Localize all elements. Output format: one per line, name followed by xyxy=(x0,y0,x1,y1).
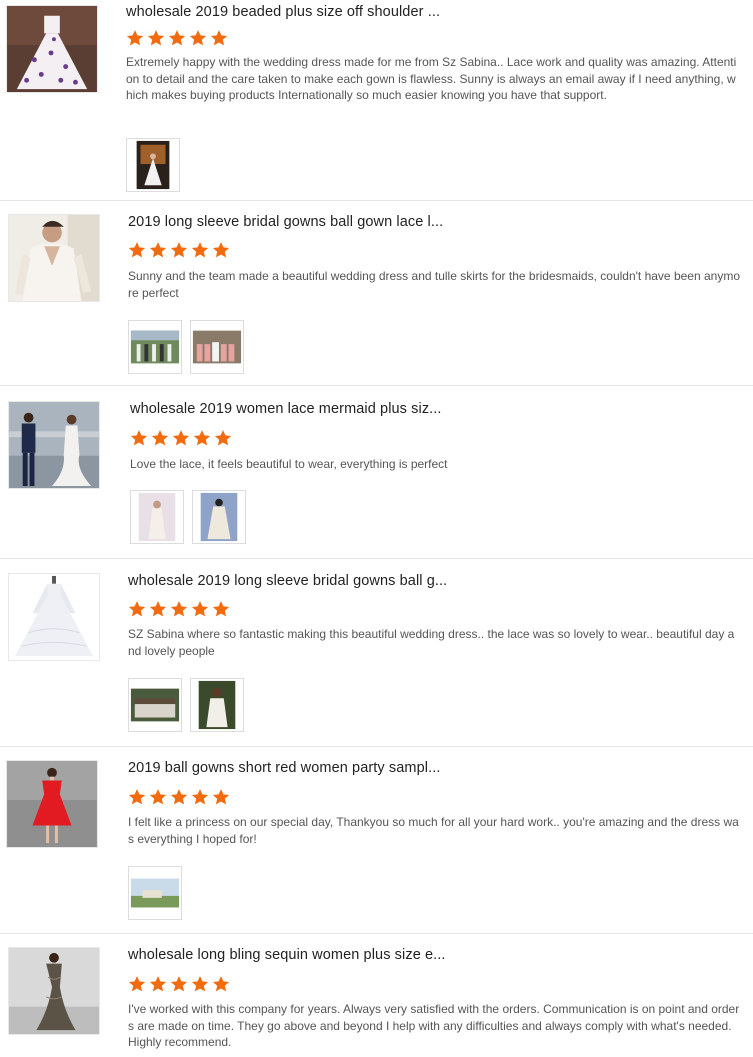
review-photos xyxy=(130,490,246,544)
star-rating xyxy=(128,241,230,259)
star-icon xyxy=(212,242,230,258)
star-icon xyxy=(212,976,230,992)
star-rating xyxy=(128,600,230,618)
star-icon xyxy=(149,789,167,805)
product-title-link[interactable]: wholesale 2019 women lace mermaid plus s… xyxy=(130,401,442,417)
review-photo-image xyxy=(129,321,181,373)
review-photos xyxy=(128,866,182,920)
star-icon xyxy=(170,976,188,992)
product-thumbnail[interactable] xyxy=(6,760,98,848)
review-text: SZ Sabina where so fantastic making this… xyxy=(128,627,735,658)
ball-gown-mannequin-image xyxy=(9,574,99,660)
product-title-link[interactable]: 2019 ball gowns short red women party sa… xyxy=(128,760,440,776)
review-photo[interactable] xyxy=(126,138,180,192)
mermaid-gown-couple-image xyxy=(9,402,99,488)
star-icon xyxy=(128,242,146,258)
star-rating xyxy=(128,788,230,806)
star-icon xyxy=(170,601,188,617)
review-item: wholesale long bling sequin women plus s… xyxy=(0,934,753,1057)
star-rating xyxy=(130,429,232,447)
review-photo[interactable] xyxy=(190,678,244,732)
star-icon xyxy=(191,242,209,258)
product-thumbnail[interactable] xyxy=(8,573,100,661)
star-icon xyxy=(128,601,146,617)
review-item: wholesale 2019 long sleeve bridal gowns … xyxy=(0,559,753,747)
review-item: 2019 ball gowns short red women party sa… xyxy=(0,747,753,934)
review-photo-image xyxy=(191,679,243,731)
star-icon xyxy=(149,601,167,617)
star-icon xyxy=(168,30,186,46)
star-rating xyxy=(126,29,228,47)
review-photo-image xyxy=(193,491,245,543)
star-icon xyxy=(191,976,209,992)
review-photo-image xyxy=(129,867,181,919)
product-title-link[interactable]: wholesale 2019 beaded plus size off shou… xyxy=(126,4,440,20)
product-thumbnail[interactable] xyxy=(8,947,100,1035)
review-item: wholesale 2019 beaded plus size off shou… xyxy=(0,0,753,201)
product-thumbnail[interactable] xyxy=(8,214,100,302)
star-icon xyxy=(172,430,190,446)
review-text: Sunny and the team made a beautiful wedd… xyxy=(128,269,740,300)
review-photos xyxy=(126,138,180,192)
review-photo[interactable] xyxy=(128,866,182,920)
star-icon xyxy=(149,242,167,258)
product-title-link[interactable]: wholesale 2019 long sleeve bridal gowns … xyxy=(128,573,447,589)
review-photo-image xyxy=(131,491,183,543)
review-photo-image xyxy=(191,321,243,373)
star-icon xyxy=(128,789,146,805)
bride-photo-image xyxy=(127,139,179,191)
review-text: Love the lace, it feels beautiful to wea… xyxy=(130,457,448,471)
product-title-link[interactable]: wholesale long bling sequin women plus s… xyxy=(128,947,446,963)
white-ball-gown-image xyxy=(7,6,97,92)
product-thumbnail[interactable] xyxy=(8,401,100,489)
review-photos xyxy=(128,678,244,732)
lace-sleeve-gown-image xyxy=(9,215,99,301)
star-icon xyxy=(151,430,169,446)
star-icon xyxy=(147,30,165,46)
star-icon xyxy=(170,242,188,258)
product-thumbnail[interactable] xyxy=(6,5,98,93)
star-icon xyxy=(191,789,209,805)
star-icon xyxy=(191,601,209,617)
review-text: I felt like a princess on our special da… xyxy=(128,815,739,846)
review-photo[interactable] xyxy=(190,320,244,374)
review-photo[interactable] xyxy=(130,490,184,544)
star-icon xyxy=(210,30,228,46)
star-icon xyxy=(189,30,207,46)
star-icon xyxy=(193,430,211,446)
review-photo[interactable] xyxy=(128,320,182,374)
review-photo[interactable] xyxy=(192,490,246,544)
red-short-dress-image xyxy=(7,761,97,847)
review-item: wholesale 2019 women lace mermaid plus s… xyxy=(0,386,753,559)
star-icon xyxy=(212,789,230,805)
sequin-gown-image xyxy=(9,948,99,1034)
star-icon xyxy=(214,430,232,446)
star-icon xyxy=(149,976,167,992)
star-icon xyxy=(126,30,144,46)
star-rating xyxy=(128,975,230,993)
review-photo-image xyxy=(129,679,181,731)
review-photos xyxy=(128,320,244,374)
review-text: I've worked with this company for years.… xyxy=(128,1002,740,1049)
review-text: Extremely happy with the wedding dress m… xyxy=(126,55,737,102)
star-icon xyxy=(130,430,148,446)
star-icon xyxy=(212,601,230,617)
review-photo[interactable] xyxy=(128,678,182,732)
review-item: 2019 long sleeve bridal gowns ball gown … xyxy=(0,201,753,386)
star-icon xyxy=(128,976,146,992)
product-title-link[interactable]: 2019 long sleeve bridal gowns ball gown … xyxy=(128,214,443,230)
star-icon xyxy=(170,789,188,805)
